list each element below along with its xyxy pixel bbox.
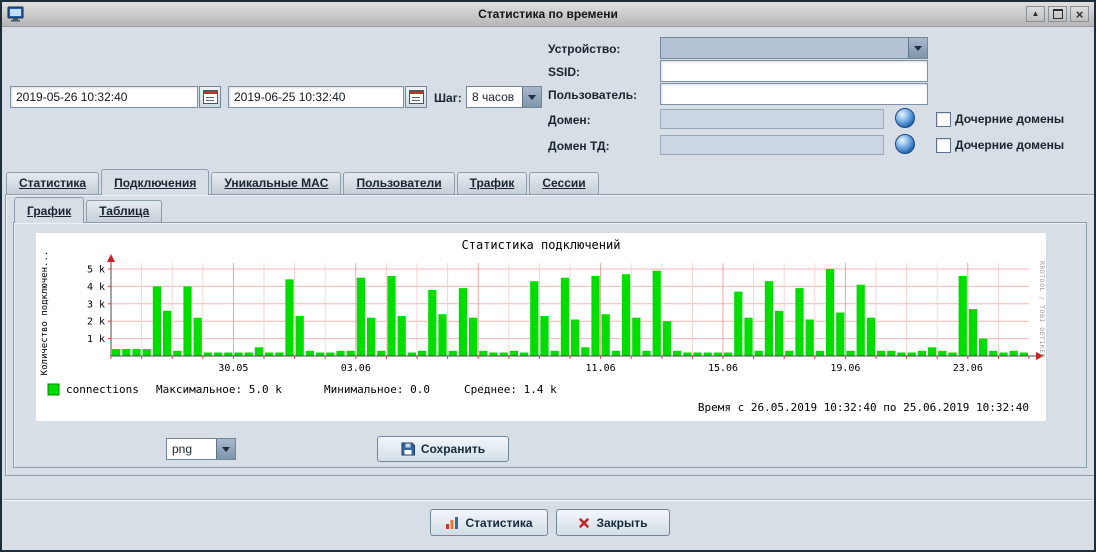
shade-button[interactable]: ▲ — [1026, 6, 1045, 22]
tab-graph[interactable]: График — [14, 197, 84, 223]
domain-child-label: Дочерние домены — [955, 112, 1064, 126]
domain-input — [660, 109, 884, 129]
tab-sessions-label: Сессии — [542, 176, 585, 190]
export-format-value: png — [167, 439, 216, 459]
tab-table[interactable]: Таблица — [86, 200, 162, 222]
domain-globe-button[interactable] — [895, 108, 915, 128]
statistics-button-label: Статистика — [465, 516, 532, 530]
svg-text:connections: connections — [66, 383, 139, 396]
tab-statistics-label: Статистика — [19, 176, 86, 190]
bar-chart-icon — [445, 516, 459, 530]
titlebar[interactable]: Статистика по времени ▲ × — [2, 2, 1094, 27]
tab-statistics[interactable]: Статистика — [6, 172, 99, 194]
domain-label: Домен: — [548, 113, 591, 127]
svg-text:RRDTOOL / TOBI OETIKER: RRDTOOL / TOBI OETIKER — [1038, 261, 1046, 358]
date-to-input[interactable] — [228, 86, 404, 108]
tab-connections-label: Подключения — [114, 176, 196, 190]
ssid-label: SSID: — [548, 65, 580, 79]
domain-td-child-checkbox[interactable] — [936, 138, 951, 153]
step-label: Шаг: — [434, 91, 462, 105]
svg-text:30.05: 30.05 — [218, 363, 248, 374]
domain-td-label: Домен ТД: — [548, 139, 610, 153]
device-value — [661, 38, 908, 58]
svg-text:Время с 26.05.2019 10:32:40 по: Время с 26.05.2019 10:32:40 по 25.06.201… — [698, 401, 1029, 414]
device-label: Устройство: — [548, 42, 620, 56]
calendar-icon — [409, 90, 424, 104]
close-icon: × — [1076, 8, 1084, 21]
svg-text:15.06: 15.06 — [708, 363, 738, 374]
chevron-down-icon[interactable] — [216, 439, 235, 459]
domain-td-globe-button[interactable] — [895, 134, 915, 154]
window-controls: ▲ × — [1023, 6, 1089, 22]
svg-text:Минимальное: 0.0: Минимальное: 0.0 — [324, 383, 430, 396]
chevron-down-icon[interactable] — [908, 38, 927, 58]
close-button-label: Закрыть — [596, 516, 647, 530]
svg-text:3 k: 3 k — [87, 299, 105, 310]
statistics-button[interactable]: Статистика — [430, 509, 548, 536]
maximize-icon — [1053, 9, 1063, 19]
domain-td-input — [660, 135, 884, 155]
user-label: Пользователь: — [548, 88, 637, 102]
tab-users-label: Пользователи — [356, 176, 441, 190]
close-button[interactable]: Закрыть — [556, 509, 670, 536]
tab-sessions[interactable]: Сессии — [529, 172, 598, 194]
svg-text:Максимальное: 5.0 k: Максимальное: 5.0 k — [156, 383, 282, 396]
device-select[interactable] — [660, 37, 928, 59]
step-select[interactable]: 8 часов — [466, 86, 542, 108]
chevron-down-icon[interactable] — [522, 87, 541, 107]
svg-text:Количество подключен...: Количество подключен... — [40, 251, 50, 376]
tab-traffic-label: Трафик — [470, 176, 515, 190]
date-from-input[interactable] — [10, 86, 198, 108]
step-value: 8 часов — [467, 87, 522, 107]
svg-text:03.06: 03.06 — [341, 363, 371, 374]
save-icon — [401, 442, 415, 456]
tab-users[interactable]: Пользователи — [343, 172, 454, 194]
inner-tabbar: График Таблица — [14, 198, 164, 223]
svg-text:Среднее: 1.4 k: Среднее: 1.4 k — [464, 383, 557, 396]
shade-icon: ▲ — [1032, 10, 1040, 18]
save-button[interactable]: Сохранить — [377, 436, 509, 462]
svg-text:2 k: 2 k — [87, 317, 105, 328]
calendar-icon — [203, 90, 218, 104]
domain-td-child-label: Дочерние домены — [955, 138, 1064, 152]
tab-graph-label: График — [27, 204, 71, 218]
svg-text:19.06: 19.06 — [830, 363, 860, 374]
svg-text:4 k: 4 k — [87, 282, 105, 293]
domain-child-checkbox[interactable] — [936, 112, 951, 127]
statistics-window: Статистика по времени ▲ × Шаг: 8 часов У… — [0, 0, 1096, 552]
connections-chart: 1 k 2 k 3 k 4 k 5 k 30.05 03.06 11.06 15.06 19.06… — [36, 233, 1046, 421]
footer-divider — [4, 499, 1092, 501]
tab-unique-mac-label: Уникальные MAC — [224, 176, 328, 190]
tab-traffic[interactable]: Трафик — [457, 172, 528, 194]
svg-text:Статистика подключений: Статистика подключений — [462, 238, 621, 252]
svg-text:23.06: 23.06 — [953, 363, 983, 374]
main-tabbar: Статистика Подключения Уникальные MAC Польз… — [6, 170, 601, 195]
tab-connections[interactable]: Подключения — [101, 169, 209, 195]
tab-unique-mac[interactable]: Уникальные MAC — [211, 172, 341, 194]
tab-table-label: Таблица — [99, 204, 149, 218]
export-format-select[interactable]: png — [166, 438, 236, 460]
svg-text:11.06: 11.06 — [586, 363, 616, 374]
close-x-icon — [578, 517, 590, 529]
svg-text:5 k: 5 k — [87, 265, 105, 276]
svg-text:1 k: 1 k — [87, 334, 105, 345]
window-title: Статистика по времени — [2, 7, 1094, 21]
close-window-button[interactable]: × — [1070, 6, 1089, 22]
date-to-calendar-button[interactable] — [405, 86, 427, 108]
date-from-calendar-button[interactable] — [199, 86, 221, 108]
maximize-button[interactable] — [1048, 6, 1067, 22]
user-input[interactable] — [660, 83, 928, 105]
chart-svg: 1 k 2 k 3 k 4 k 5 k 30.05 03.06 11.06 15.06 19.06… — [36, 233, 1046, 421]
save-button-label: Сохранить — [421, 442, 485, 456]
ssid-input[interactable] — [660, 60, 928, 82]
